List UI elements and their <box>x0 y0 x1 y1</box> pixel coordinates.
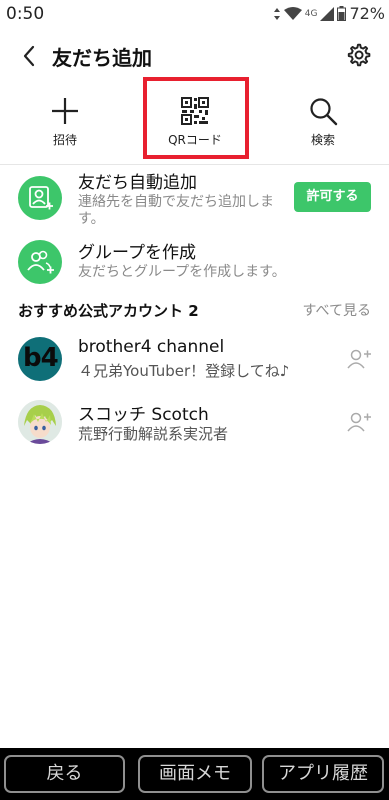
settings-gear-icon[interactable] <box>345 42 371 68</box>
page-title: 友だち追加 <box>52 46 152 70</box>
battery-level: 72% <box>349 4 385 23</box>
nav-history-button[interactable]: アプリ履歴 <box>262 755 384 793</box>
add-friend-icon[interactable] <box>346 346 372 372</box>
allow-button[interactable]: 許可する <box>294 182 371 212</box>
account-name: brother4 channel <box>78 337 225 357</box>
nav-back-button[interactable]: 戻る <box>4 755 125 793</box>
network-type: 4G <box>304 8 318 19</box>
see-all-link[interactable]: すべて見る <box>303 300 371 320</box>
back-arrow-icon[interactable] <box>18 42 42 70</box>
battery-icon <box>337 6 347 21</box>
status-time: 0:50 <box>6 4 45 24</box>
auto-add-friends-description: 連絡先を自動で友だち追加します。 <box>78 194 274 227</box>
create-group-description: 友だちとグループを作成します。 <box>78 264 286 280</box>
status-bar: 0:50 4G 72% <box>0 0 389 30</box>
tab-invite[interactable]: 招待 <box>10 88 120 154</box>
status-icons: 4G 72% <box>273 4 385 23</box>
group-add-icon <box>27 250 54 274</box>
account-description: ４兄弟YouTuber！登録してね♪ <box>78 362 290 380</box>
auto-add-friends-title: 友だち自動追加 <box>78 173 197 193</box>
account-row[interactable]: b4 brother4 channel ４兄弟YouTuber！登録してね♪ <box>0 334 389 390</box>
data-transfer-icon <box>273 7 280 20</box>
wifi-icon <box>283 6 302 20</box>
tabs-divider <box>0 164 389 165</box>
add-friend-icon[interactable] <box>346 409 372 435</box>
person-sync-icon <box>29 186 53 210</box>
avatar-logo-text: b4 <box>23 343 59 373</box>
create-group-row[interactable]: グループを作成 友だちとグループを作成します。 <box>0 236 389 288</box>
create-group-icon <box>18 240 62 284</box>
nav-memo-button[interactable]: 画面メモ <box>138 755 252 793</box>
tab-search[interactable]: 検索 <box>268 88 378 154</box>
bottom-nav-bar: 戻る 画面メモ アプリ履歴 <box>0 748 389 800</box>
auto-add-friends-icon <box>18 176 62 220</box>
brother4-avatar: b4 <box>18 337 62 381</box>
anime-character-illustration <box>18 400 62 444</box>
signal-icon <box>320 6 335 21</box>
account-row[interactable]: スコッチ Scotch 荒野行動解説系実況者 <box>0 397 389 453</box>
account-name: スコッチ Scotch <box>78 405 209 425</box>
search-icon <box>310 98 338 126</box>
scotch-avatar <box>18 400 62 444</box>
plus-icon <box>52 98 78 124</box>
recommended-section-title: おすすめ公式アカウント 2 <box>18 302 199 320</box>
account-description: 荒野行動解説系実況者 <box>78 425 229 443</box>
create-group-title: グループを作成 <box>78 243 196 263</box>
app-header: 友だち追加 <box>0 36 389 76</box>
tab-search-label: 検索 <box>310 133 335 147</box>
qr-code-highlight-box <box>143 77 249 159</box>
tab-invite-label: 招待 <box>52 133 77 147</box>
